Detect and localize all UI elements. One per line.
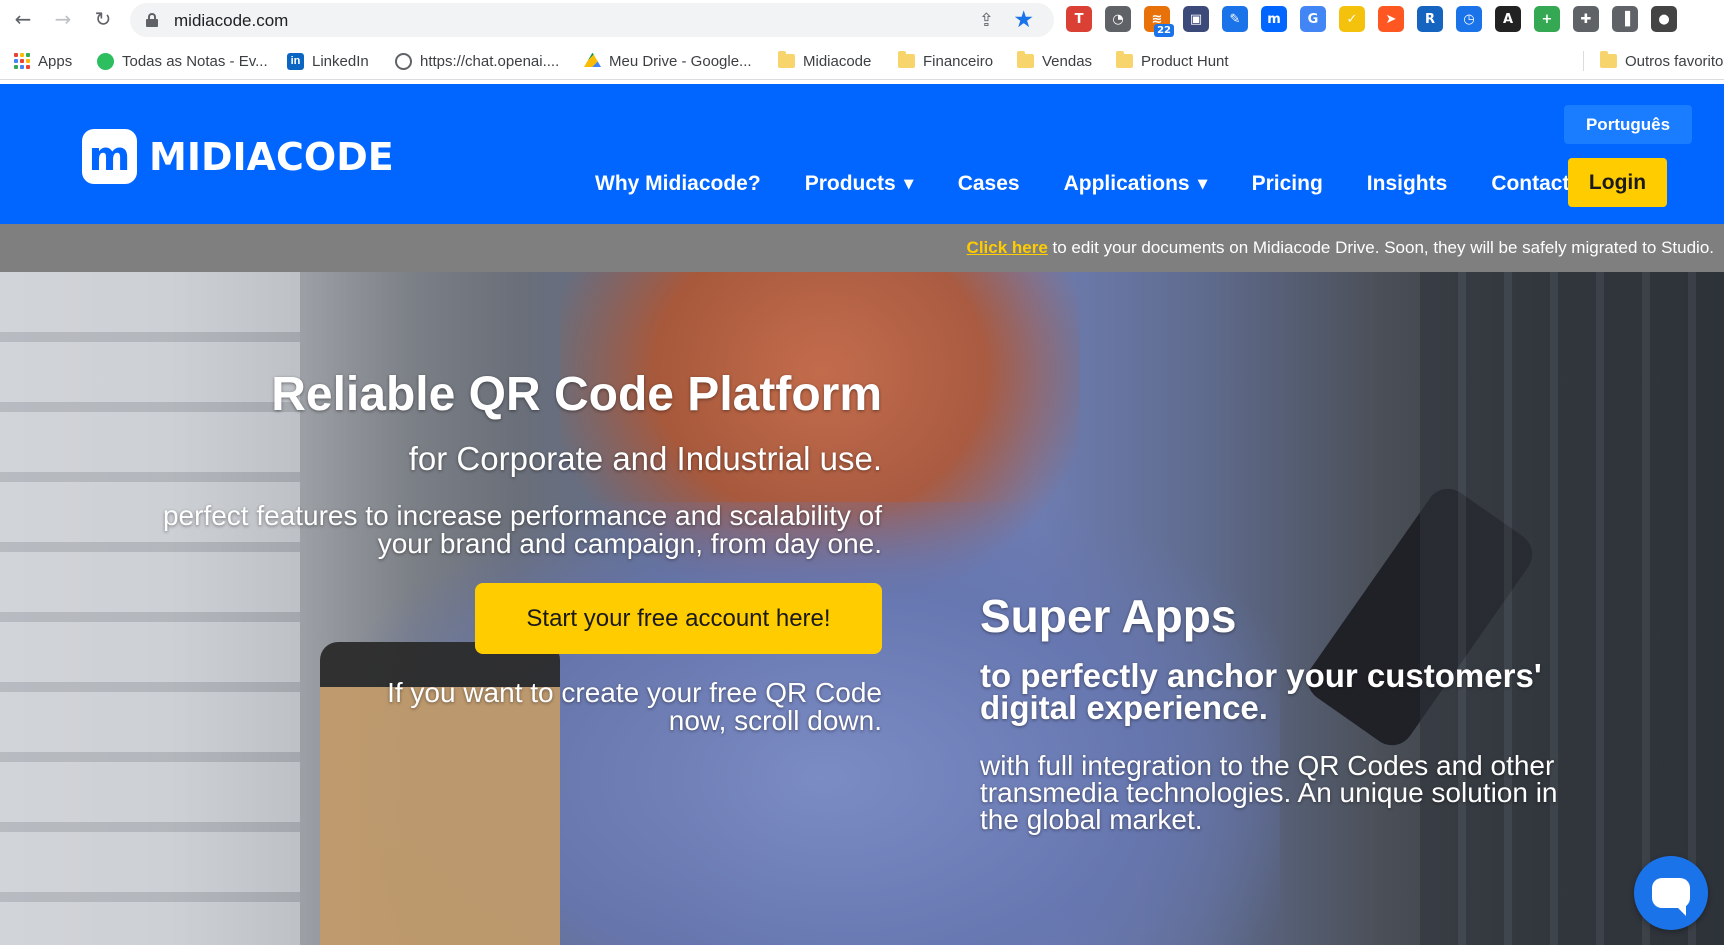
nav-cases[interactable]: Cases [958,172,1020,196]
bookmark-label: Todas as Notas - Ev... [122,52,268,70]
hero-free-qr-note: If you want to create your free QR Code … [387,677,882,736]
nav-label: Why Midiacode? [595,172,761,195]
login-button[interactable]: Login [1568,158,1667,207]
nav-label: Pricing [1251,172,1323,195]
bookmark-label: LinkedIn [312,52,369,70]
midiacode-extension-icon[interactable]: m [1261,6,1287,32]
folder-icon [1116,51,1133,68]
main-nav: Why Midiacode? Products ▼ Cases Applicat… [595,159,1613,209]
folder-icon [1017,51,1034,68]
a-extension-icon[interactable]: A [1495,6,1521,32]
super-apps-description: with full integration to the QR Codes an… [980,750,1558,835]
share-icon[interactable]: ⇪ [979,10,994,31]
nav-why-midiacode[interactable]: Why Midiacode? [595,172,761,196]
forward-arrow-icon[interactable]: → [50,6,76,32]
nav-contact[interactable]: Contact [1491,172,1569,196]
linkedin-icon: in [287,52,304,70]
bookmarks-divider [1583,51,1584,71]
paper-plane-extension-icon[interactable]: ➤ [1378,6,1404,32]
nav-products[interactable]: Products ▼ [805,172,914,196]
bookmark-folder-others[interactable]: Outros favoritos [1600,51,1724,71]
extension-badge: 22 [1154,24,1174,37]
lock-icon [146,13,158,27]
speedometer-extension-icon[interactable]: ◔ [1105,6,1131,32]
bookmark-label: Meu Drive - Google... [609,52,752,70]
picture-extension-icon[interactable]: ▣ [1183,6,1209,32]
notice-text: Click here to edit your documents on Mid… [967,238,1714,258]
bookmark-folder-financeiro[interactable]: Financeiro [898,51,993,71]
folder-icon [898,51,915,68]
pen-extension-icon[interactable]: ✎ [1222,6,1248,32]
notice-message: to edit your documents on Midiacode Driv… [1047,238,1714,257]
migration-notice-bar: Click here to edit your documents on Mid… [0,224,1724,272]
checkmark-extension-icon[interactable]: ✓ [1339,6,1365,32]
bookmark-apps[interactable]: Apps [14,51,72,71]
bookmark-label: Outros favoritos [1625,52,1724,70]
nav-label: Applications [1063,172,1190,195]
super-apps-title: Super Apps [980,590,1237,642]
hero-building-left [0,272,300,945]
nav-label: Contact [1491,172,1570,195]
chat-bubble-icon [1652,878,1690,916]
hero-subtitle: for Corporate and Industrial use. [408,440,882,477]
chat-widget-button[interactable] [1634,856,1708,930]
folder-icon [778,51,795,68]
hero-title: Reliable QR Code Platform [271,368,882,421]
language-button[interactable]: Português [1564,105,1692,144]
nav-label: Cases [957,172,1020,195]
chevron-down-icon: ▼ [903,176,914,192]
feed-extension-icon[interactable]: ≋ 22 [1144,6,1174,37]
r-extension-icon[interactable]: R [1417,6,1443,32]
puzzle-extension-icon[interactable]: ✚ [1573,6,1599,32]
nav-label: Insights [1366,172,1448,195]
apps-grid-icon [14,53,30,69]
extensions-row: T ◔ ≋ 22 ▣ ✎ m G ✓ ➤ R ◷ A + ✚ ▐ ● [1066,6,1677,37]
logo-mark-icon: m [82,129,137,184]
bookmark-linkedin[interactable]: in LinkedIn [287,51,369,71]
click-here-link[interactable]: Click here [967,238,1048,257]
google-drive-icon [584,52,601,67]
side-panel-icon[interactable]: ▐ [1612,6,1638,32]
bookmark-star-icon[interactable]: ★ [1013,7,1034,33]
chevron-down-icon: ▼ [1197,176,1208,192]
bookmark-evernote[interactable]: Todas as Notas - Ev... [97,51,268,71]
bookmark-folder-vendas[interactable]: Vendas [1017,51,1092,71]
hero-building-right [1420,272,1724,945]
site-header: m MIDIACODE Português Why Midiacode? Pro… [0,84,1724,224]
bookmark-label: Vendas [1042,52,1093,70]
profile-avatar-icon[interactable]: ● [1651,6,1677,32]
super-apps-subtitle: to perfectly anchor your customers' digi… [980,657,1542,726]
address-bar[interactable]: midiacode.com ⇪ ★ [130,3,1054,37]
bookmark-google-drive[interactable]: Meu Drive - Google... [584,51,752,71]
plus-extension-icon[interactable]: + [1534,6,1560,32]
openai-icon [395,52,412,70]
midiacode-logo[interactable]: m MIDIACODE [82,129,394,184]
nav-pricing[interactable]: Pricing [1252,172,1323,196]
bookmark-label: Financeiro [923,52,994,70]
translate-extension-icon[interactable]: G [1300,6,1326,32]
reload-icon[interactable]: ↻ [90,6,116,32]
bookmark-chatgpt[interactable]: https://chat.openai.... [395,51,559,71]
back-arrow-icon[interactable]: ← [10,6,36,32]
bookmark-label: Apps [38,52,73,70]
hero-description: perfect features to increase performance… [162,500,882,559]
clock-extension-icon[interactable]: ◷ [1456,6,1482,32]
evernote-icon [97,52,114,70]
url-text[interactable]: midiacode.com [174,11,288,31]
hero-section: Reliable QR Code Platform for Corporate … [0,272,1724,945]
folder-icon [1600,51,1617,68]
nav-applications[interactable]: Applications ▼ [1064,172,1208,196]
todoist-extension-icon[interactable]: T [1066,6,1092,32]
bookmark-label: Midiacode [803,52,872,70]
browser-toolbar: ← → ↻ midiacode.com ⇪ ★ T ◔ ≋ 22 ▣ ✎ m G ✓ ➤ R ◷ A + ✚… [0,0,1724,38]
logo-wordmark: MIDIACODE [149,134,394,179]
bookmark-folder-midiacode[interactable]: Midiacode [778,51,871,71]
nav-insights[interactable]: Insights [1367,172,1448,196]
bookmark-label: https://chat.openai.... [420,52,560,70]
bookmark-folder-product-hunt[interactable]: Product Hunt [1116,51,1229,71]
nav-label: Products [804,172,896,195]
start-free-account-button[interactable]: Start your free account here! [475,583,882,654]
bookmarks-bar: Apps Todas as Notas - Ev... in LinkedIn … [0,42,1724,80]
bookmark-label: Product Hunt [1141,52,1229,70]
